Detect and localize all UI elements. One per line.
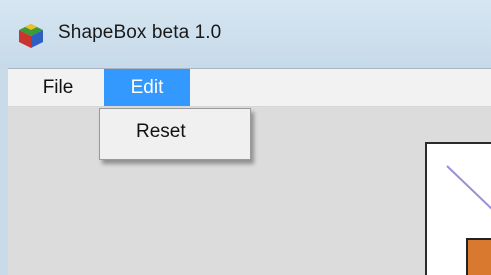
menu-edit[interactable]: Edit bbox=[104, 69, 190, 106]
edit-dropdown-menu: Reset bbox=[99, 108, 251, 160]
title-bar[interactable]: ShapeBox beta 1.0 bbox=[0, 0, 491, 68]
window-title: ShapeBox beta 1.0 bbox=[58, 22, 222, 43]
menu-bar: File Edit bbox=[8, 69, 491, 107]
window-frame bbox=[0, 68, 8, 275]
cube-app-icon bbox=[17, 23, 45, 49]
drawing-canvas[interactable] bbox=[425, 142, 491, 275]
menu-item-reset[interactable]: Reset bbox=[136, 121, 186, 143]
shape-line bbox=[446, 165, 491, 210]
menu-file[interactable]: File bbox=[32, 69, 84, 106]
shape-rectangle bbox=[466, 238, 491, 275]
